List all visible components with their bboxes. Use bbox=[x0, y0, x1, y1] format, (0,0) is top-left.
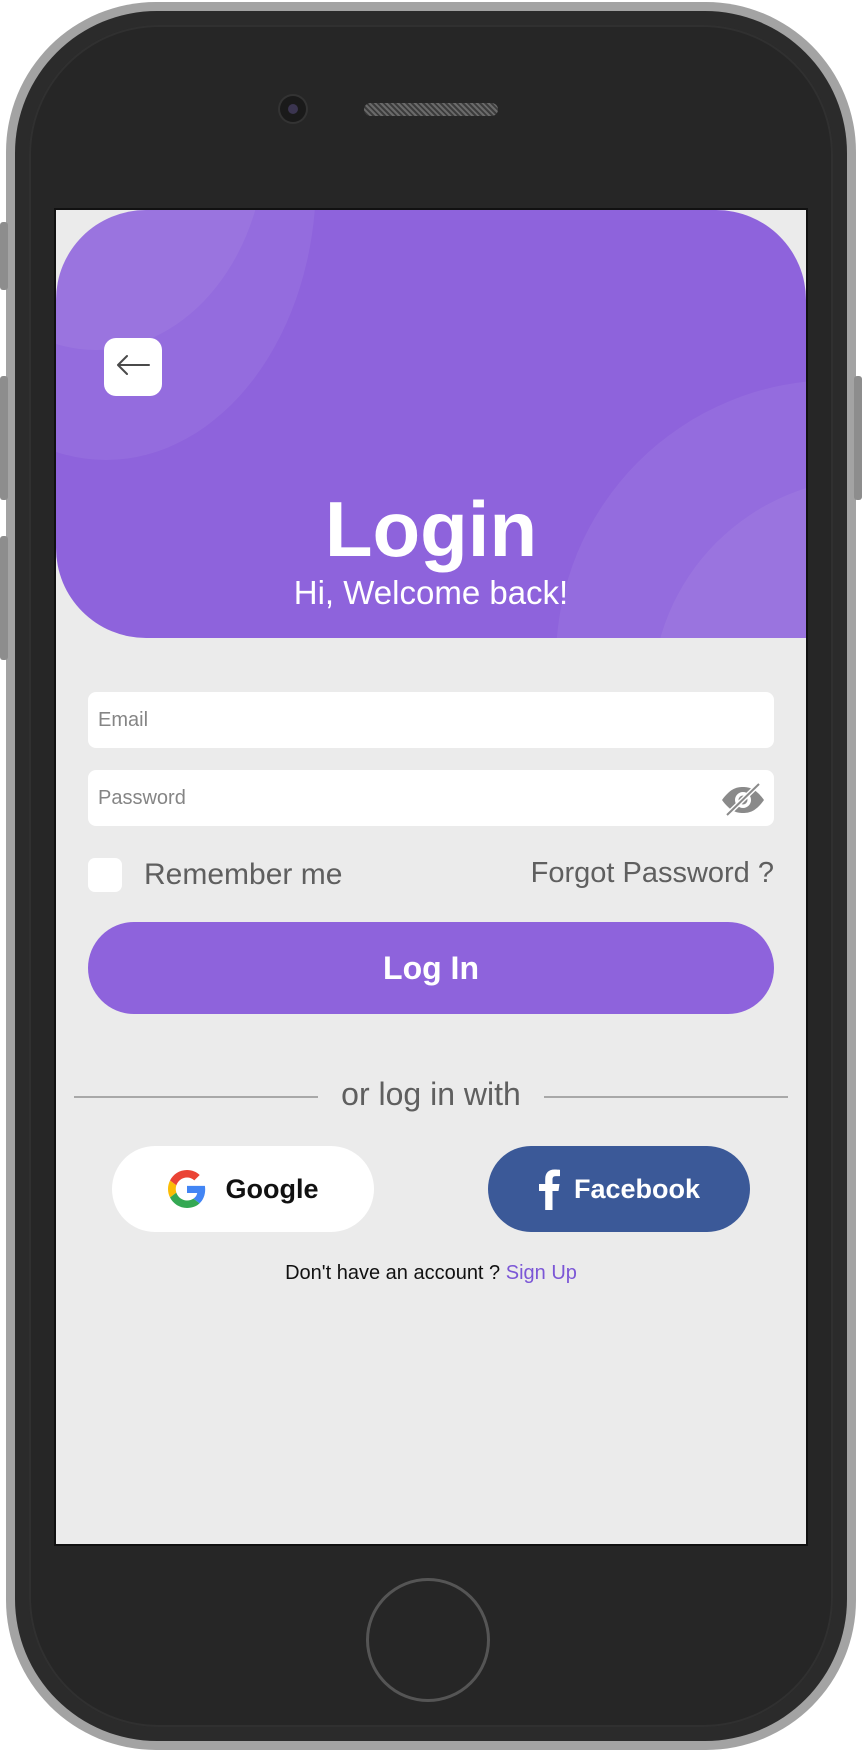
password-field[interactable] bbox=[88, 770, 774, 826]
eye-off-icon[interactable] bbox=[720, 780, 766, 820]
no-account-text: Don't have an account ? bbox=[285, 1262, 506, 1284]
login-header: Login Hi, Welcome back! bbox=[56, 210, 806, 638]
facebook-icon bbox=[538, 1168, 560, 1210]
google-login-button[interactable]: Google bbox=[112, 1146, 374, 1232]
social-divider-text: or log in with bbox=[341, 1076, 521, 1112]
app-screen: Login Hi, Welcome back! Remember me Forg… bbox=[56, 210, 806, 1544]
google-icon bbox=[167, 1170, 206, 1208]
remember-me-label: Remember me bbox=[144, 858, 343, 891]
front-camera bbox=[280, 96, 306, 122]
earpiece-speaker bbox=[364, 103, 498, 116]
remember-me-checkbox[interactable] bbox=[88, 858, 122, 892]
login-button-label: Log In bbox=[383, 949, 479, 986]
home-button[interactable] bbox=[366, 1578, 490, 1702]
phone-mute-switch bbox=[0, 222, 8, 290]
login-button[interactable]: Log In bbox=[88, 922, 774, 1014]
phone-volume-up-button bbox=[0, 376, 8, 500]
phone-power-button bbox=[854, 376, 862, 500]
google-label: Google bbox=[225, 1173, 319, 1204]
signup-prompt: Don't have an account ? Sign Up bbox=[56, 1262, 806, 1285]
back-button[interactable] bbox=[104, 338, 162, 396]
forgot-password-link[interactable]: Forgot Password ? bbox=[531, 856, 774, 890]
arrow-left-icon bbox=[116, 354, 150, 381]
email-field[interactable] bbox=[88, 692, 774, 748]
phone-volume-down-button bbox=[0, 536, 8, 660]
page-title: Login bbox=[324, 485, 538, 573]
sign-up-link[interactable]: Sign Up bbox=[506, 1262, 577, 1284]
facebook-label: Facebook bbox=[573, 1173, 701, 1204]
page-subtitle: Hi, Welcome back! bbox=[293, 574, 569, 611]
facebook-login-button[interactable]: Facebook bbox=[488, 1146, 750, 1232]
